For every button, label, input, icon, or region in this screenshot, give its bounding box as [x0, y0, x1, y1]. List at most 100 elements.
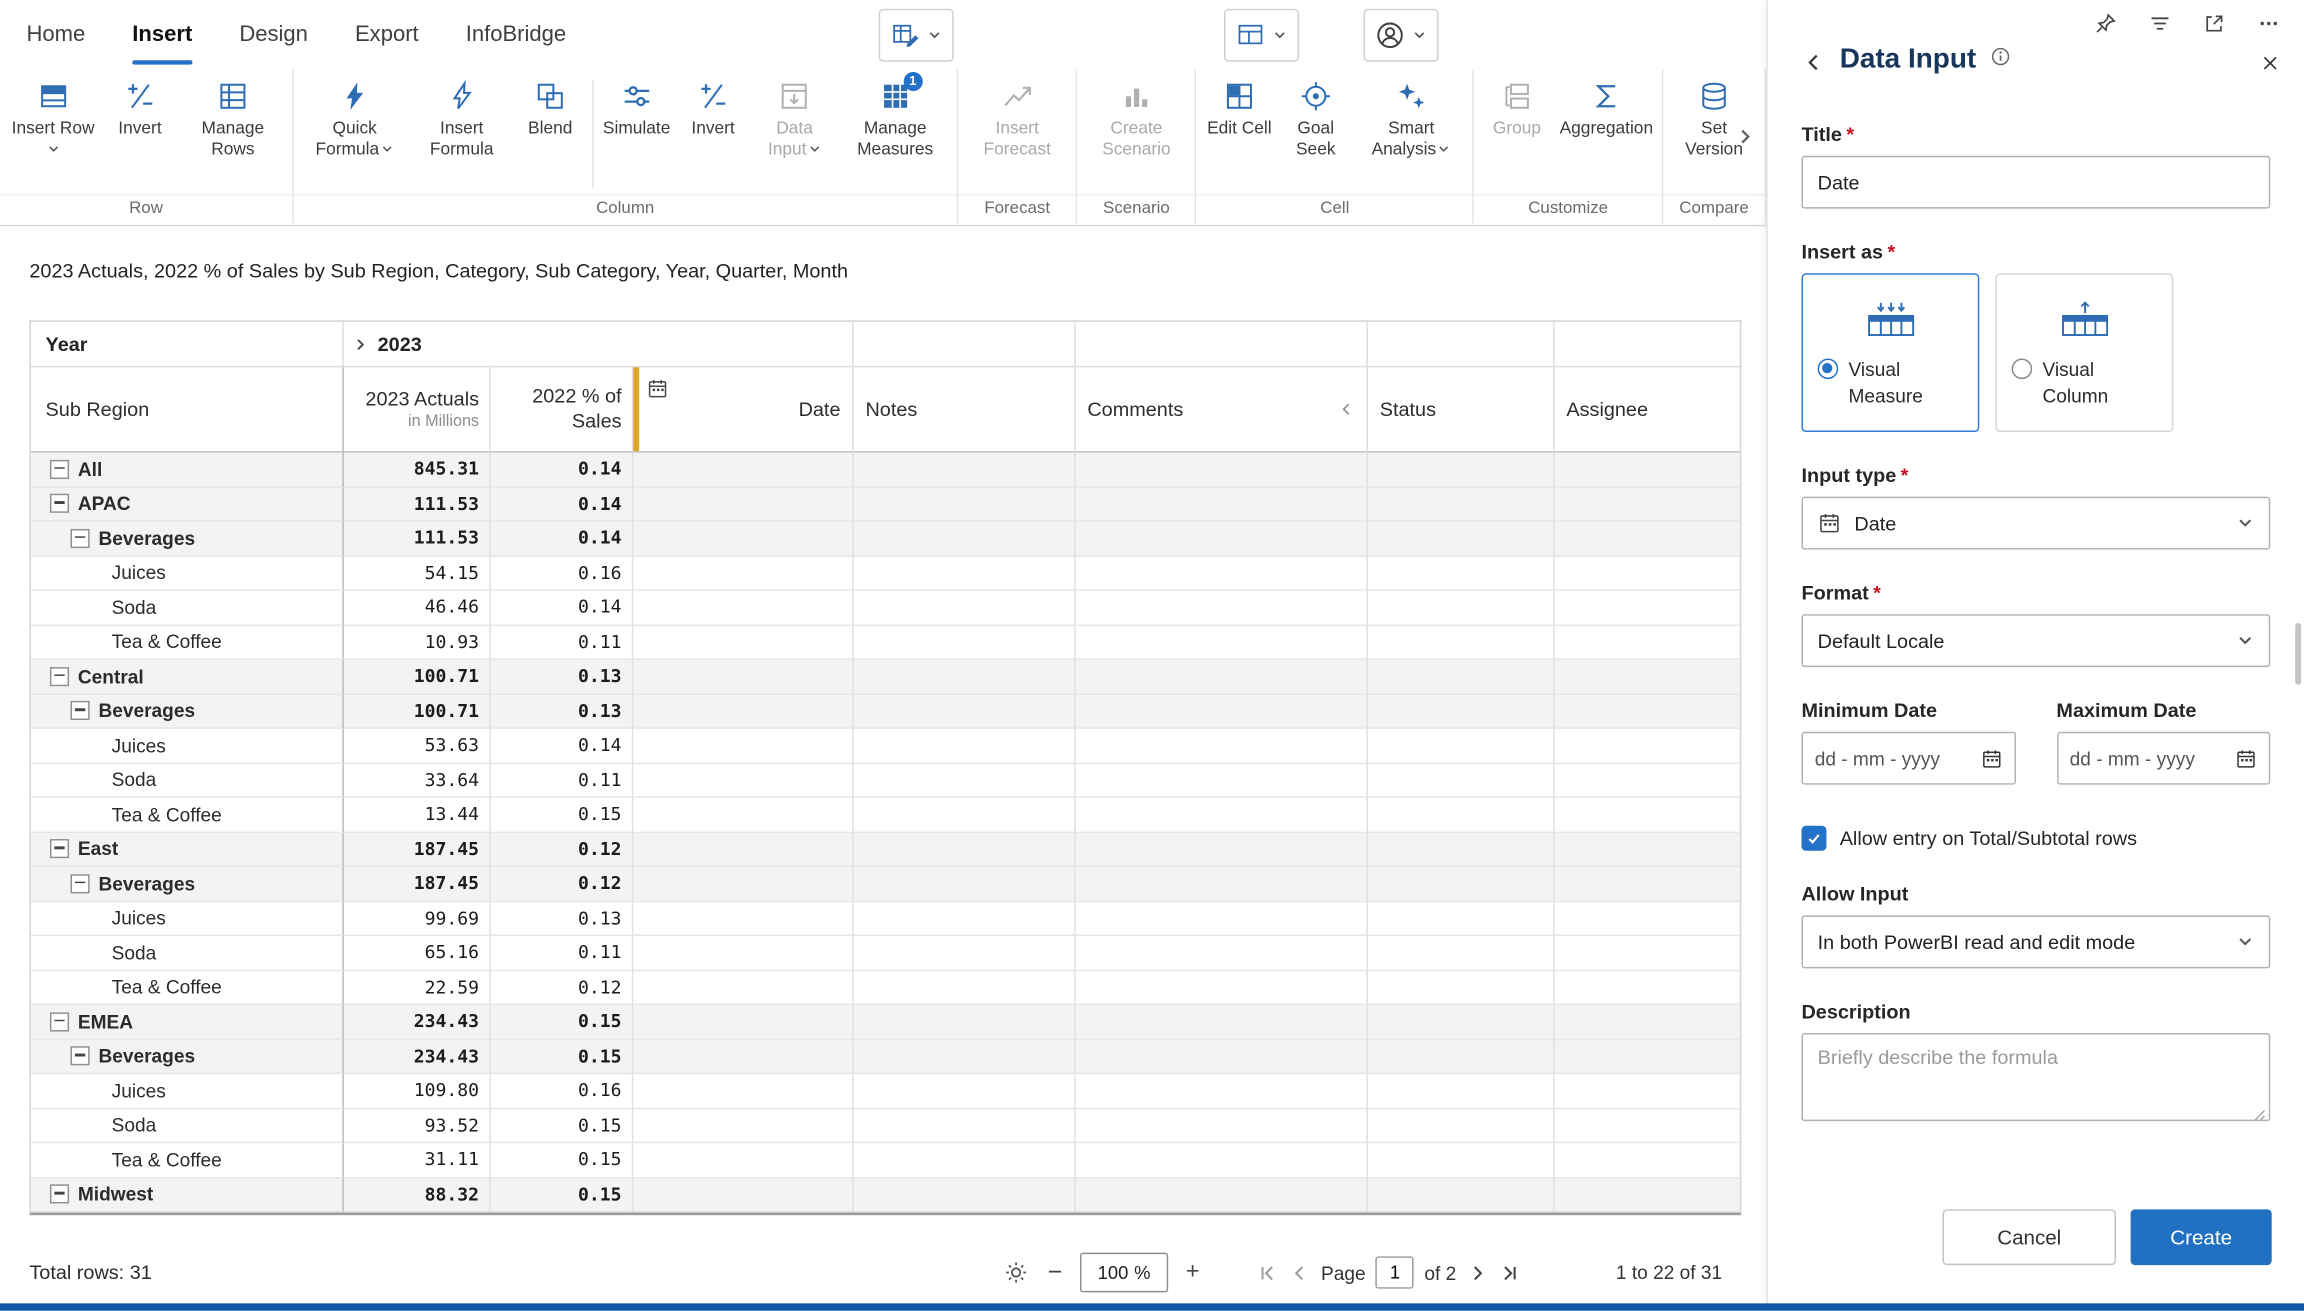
empty-cell[interactable] — [854, 1074, 1076, 1109]
visual-column-card[interactable]: Visual Column — [1995, 273, 2173, 432]
empty-cell[interactable] — [1368, 556, 1555, 591]
empty-cell[interactable] — [633, 625, 853, 660]
table-row-all[interactable]: All845.310.14 — [31, 453, 1740, 488]
collapse-icon[interactable] — [50, 839, 69, 858]
zoom-out-button[interactable]: − — [1048, 1258, 1063, 1287]
description-textarea[interactable] — [1801, 1033, 2270, 1121]
empty-cell[interactable] — [633, 556, 853, 591]
calendar-icon[interactable] — [1980, 747, 2002, 769]
ribbon-button-create-scenario[interactable]: Create Scenario — [1082, 73, 1191, 162]
header-2022-pct-sales[interactable]: 2022 % of Sales — [491, 367, 634, 452]
empty-cell[interactable] — [633, 1040, 853, 1075]
collapse-icon[interactable] — [71, 701, 90, 720]
collapse-icon[interactable] — [50, 1185, 69, 1204]
collapse-icon[interactable] — [71, 874, 90, 893]
empty-cell[interactable] — [1555, 1005, 1740, 1040]
popout-icon[interactable] — [2203, 12, 2227, 36]
ribbon-button-insert-formula[interactable]: Insert Formula — [411, 73, 512, 162]
empty-cell[interactable] — [1076, 1005, 1368, 1040]
tab-infobridge[interactable]: InfoBridge — [466, 0, 566, 69]
empty-cell[interactable] — [1368, 1005, 1555, 1040]
year-expand-icon[interactable] — [353, 336, 369, 352]
zoom-level-box[interactable]: 100 % — [1080, 1253, 1168, 1293]
empty-cell[interactable] — [1076, 487, 1368, 522]
empty-cell[interactable] — [854, 625, 1076, 660]
table-row-tea-coffee[interactable]: Tea & Coffee10.930.11 — [31, 625, 1740, 660]
empty-cell[interactable] — [854, 694, 1076, 729]
empty-cell[interactable] — [1076, 556, 1368, 591]
cancel-button[interactable]: Cancel — [1943, 1209, 2116, 1265]
empty-cell[interactable] — [633, 453, 853, 488]
table-row-beverages[interactable]: Beverages234.430.15 — [31, 1040, 1740, 1075]
ribbon-button-data-input[interactable]: Data Input — [751, 73, 838, 162]
input-type-select[interactable]: Date — [1801, 497, 2270, 550]
empty-cell[interactable] — [1076, 1178, 1368, 1213]
collapse-column-icon[interactable] — [1339, 401, 1355, 417]
empty-cell[interactable] — [633, 1074, 853, 1109]
empty-cell[interactable] — [1076, 453, 1368, 488]
empty-cell[interactable] — [854, 832, 1076, 867]
minimum-date-input[interactable]: dd - mm - yyyy — [1801, 732, 2015, 785]
empty-cell[interactable] — [1368, 832, 1555, 867]
table-row-apac[interactable]: APAC111.530.14 — [31, 487, 1740, 522]
ribbon-button-aggregation[interactable]: Aggregation — [1555, 73, 1657, 141]
empty-cell[interactable] — [1368, 1040, 1555, 1075]
collapse-icon[interactable] — [50, 667, 69, 686]
collapse-icon[interactable] — [71, 529, 90, 548]
ribbon-button-insert-forecast[interactable]: Insert Forecast — [963, 73, 1072, 162]
table-row-beverages[interactable]: Beverages187.450.12 — [31, 867, 1740, 902]
empty-cell[interactable] — [1555, 625, 1740, 660]
ribbon-button-group[interactable]: Group — [1479, 73, 1555, 141]
empty-cell[interactable] — [1555, 1040, 1740, 1075]
empty-cell[interactable] — [1368, 591, 1555, 626]
close-icon[interactable] — [2260, 53, 2281, 74]
table-row-beverages[interactable]: Beverages111.530.14 — [31, 522, 1740, 557]
empty-cell[interactable] — [633, 867, 853, 902]
empty-cell[interactable] — [633, 832, 853, 867]
first-page-button[interactable] — [1256, 1261, 1278, 1283]
ribbon-button-invert[interactable]: Invert — [102, 73, 178, 141]
empty-cell[interactable] — [1368, 522, 1555, 557]
header-notes[interactable]: Notes — [854, 367, 1076, 452]
empty-cell[interactable] — [854, 798, 1076, 833]
empty-cell[interactable] — [1076, 591, 1368, 626]
pin-icon[interactable] — [2094, 12, 2118, 36]
collapse-icon[interactable] — [50, 494, 69, 513]
table-row-juices[interactable]: Juices99.690.13 — [31, 901, 1740, 936]
empty-cell[interactable] — [1555, 453, 1740, 488]
empty-cell[interactable] — [1368, 798, 1555, 833]
empty-cell[interactable] — [1555, 971, 1740, 1006]
empty-cell[interactable] — [1368, 867, 1555, 902]
ribbon-button-manage-measures[interactable]: 1Manage Measures — [838, 73, 953, 162]
empty-cell[interactable] — [1368, 487, 1555, 522]
empty-cell[interactable] — [1555, 660, 1740, 695]
last-page-button[interactable] — [1499, 1261, 1521, 1283]
empty-cell[interactable] — [1555, 556, 1740, 591]
empty-cell[interactable] — [1076, 798, 1368, 833]
quick-edit-button[interactable] — [879, 9, 954, 62]
table-row-tea-coffee[interactable]: Tea & Coffee22.590.12 — [31, 971, 1740, 1006]
panel-scrollbar[interactable] — [2295, 623, 2301, 685]
empty-cell[interactable] — [633, 694, 853, 729]
empty-cell[interactable] — [1076, 1074, 1368, 1109]
create-button[interactable]: Create — [2131, 1209, 2272, 1265]
empty-cell[interactable] — [854, 763, 1076, 798]
empty-cell[interactable] — [854, 1005, 1076, 1040]
empty-cell[interactable] — [633, 591, 853, 626]
year-2023-cell[interactable]: 2023 — [344, 322, 854, 368]
empty-cell[interactable] — [1368, 660, 1555, 695]
empty-cell[interactable] — [1076, 867, 1368, 902]
next-page-button[interactable] — [1467, 1261, 1489, 1283]
ribbon-button-goal-seek[interactable]: Goal Seek — [1278, 73, 1354, 162]
back-icon[interactable] — [1803, 51, 1825, 73]
table-row-soda[interactable]: Soda33.640.11 — [31, 763, 1740, 798]
empty-cell[interactable] — [1555, 1178, 1740, 1213]
empty-cell[interactable] — [854, 487, 1076, 522]
empty-cell[interactable] — [1368, 453, 1555, 488]
table-row-soda[interactable]: Soda65.160.11 — [31, 936, 1740, 971]
empty-cell[interactable] — [1076, 729, 1368, 764]
visual-measure-radio[interactable] — [1818, 359, 1839, 380]
empty-cell[interactable] — [1555, 901, 1740, 936]
empty-cell[interactable] — [633, 901, 853, 936]
empty-cell[interactable] — [1368, 1178, 1555, 1213]
